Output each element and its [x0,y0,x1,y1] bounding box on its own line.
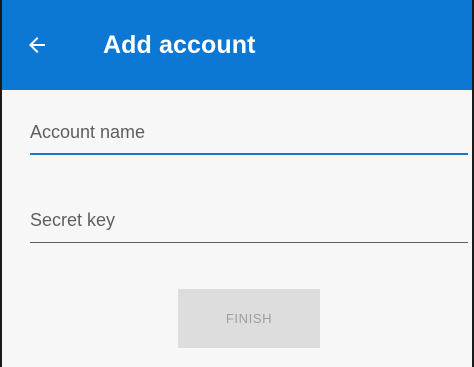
account-name-field-group [30,115,468,155]
screen: Add account FINISH [0,0,474,367]
add-account-form: FINISH [2,90,472,367]
account-name-input[interactable] [30,115,468,149]
back-arrow-icon [29,37,45,53]
back-button[interactable] [14,22,60,68]
page-title: Add account [103,31,256,59]
account-name-underline [30,153,468,155]
secret-key-field-group [30,203,468,243]
secret-key-input[interactable] [30,203,468,237]
finish-button[interactable]: FINISH [178,289,320,348]
app-bar: Add account [2,0,472,90]
secret-key-underline [30,242,468,243]
